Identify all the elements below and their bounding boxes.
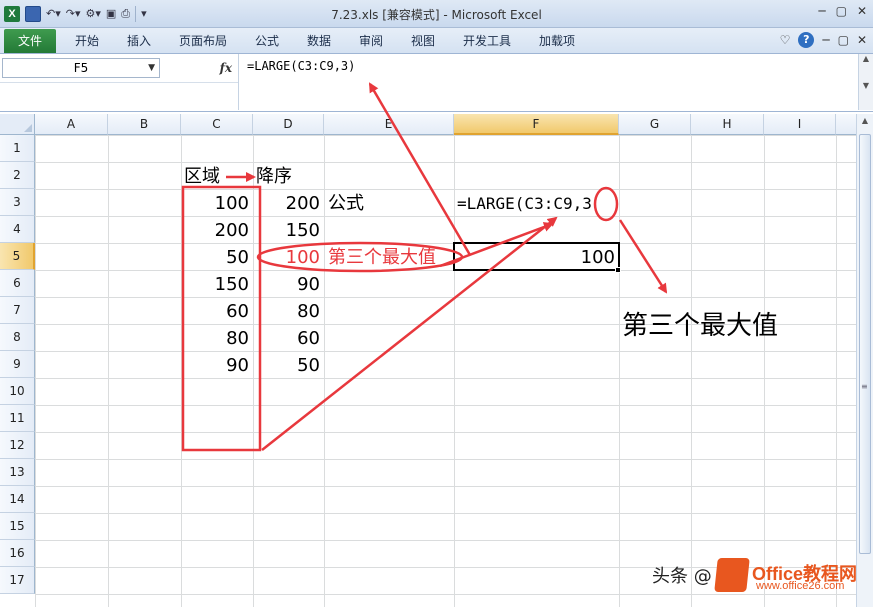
cell-c8[interactable]: 80 <box>181 325 253 352</box>
cell-d4[interactable]: 150 <box>253 217 324 244</box>
cell-d9[interactable]: 50 <box>253 352 324 379</box>
cell-c2[interactable]: 区域 <box>184 163 220 190</box>
tab-developer[interactable]: 开发工具 <box>454 32 520 52</box>
cell-f3[interactable]: =LARGE(C3:C9,3 <box>457 190 592 217</box>
scroll-grip-icon: ≡ <box>861 382 868 391</box>
vertical-scrollbar[interactable]: ▲ ≡ <box>856 114 873 607</box>
column-header-d[interactable]: D <box>253 114 324 135</box>
third-largest-annotation: 第三个最大值 <box>622 311 779 341</box>
column-header-c[interactable]: C <box>181 114 253 135</box>
column-header-f[interactable]: F <box>454 114 619 135</box>
cell-c7[interactable]: 60 <box>181 298 253 325</box>
help-icon[interactable]: ? <box>798 32 815 48</box>
row-header-13[interactable]: 13 <box>0 459 35 486</box>
ribbon-right-controls: ♡ ? ─ ▢ ✕ <box>780 32 867 48</box>
formula-input[interactable]: =LARGE(C3:C9,3) <box>238 54 858 110</box>
row-header-4[interactable]: 4 <box>0 216 35 243</box>
cell-c4[interactable]: 200 <box>181 217 253 244</box>
insert-function-icon[interactable]: fx <box>220 61 232 75</box>
formula-bar-divider <box>0 82 238 83</box>
cell-d7[interactable]: 80 <box>253 298 324 325</box>
chevron-down-icon[interactable]: ▼ <box>148 59 155 77</box>
cell-c6[interactable]: 150 <box>181 271 253 298</box>
watermark-text: 头条 @ <box>652 566 712 587</box>
watermark-url: www.office26.com <box>756 580 845 592</box>
tab-review[interactable]: 审阅 <box>350 32 392 52</box>
cell-d8[interactable]: 60 <box>253 325 324 352</box>
formula-bar-scrollbar[interactable]: ▲ ▼ <box>858 54 873 110</box>
maximize-button[interactable]: ▢ <box>836 4 847 18</box>
tab-formulas[interactable]: 公式 <box>246 32 288 52</box>
column-header-a[interactable]: A <box>35 114 108 135</box>
row-header-9[interactable]: 9 <box>0 351 35 378</box>
formula-bar: F5 ▼ fx =LARGE(C3:C9,3) ▲ ▼ <box>0 54 873 112</box>
row-header-1[interactable]: 1 <box>0 135 35 162</box>
row-header-8[interactable]: 8 <box>0 324 35 351</box>
scroll-up-icon[interactable]: ▲ <box>857 116 873 125</box>
workbook-restore-button[interactable]: ▢ <box>838 33 849 47</box>
fill-handle[interactable] <box>615 267 621 273</box>
tab-addins[interactable]: 加载项 <box>530 32 584 52</box>
tab-file[interactable]: 文件 <box>4 29 56 53</box>
window-title: 7.23.xls [兼容模式] - Microsoft Excel <box>331 8 542 22</box>
tab-page-layout[interactable]: 页面布局 <box>172 32 234 52</box>
tab-home[interactable]: 开始 <box>66 32 108 52</box>
cell-c3[interactable]: 100 <box>181 190 253 217</box>
cell-d5[interactable]: 100 <box>253 244 324 271</box>
cell-d3[interactable]: 200 <box>253 190 324 217</box>
select-all-button[interactable] <box>0 114 35 135</box>
column-header-h[interactable]: H <box>691 114 764 135</box>
ribbon-collapse-icon[interactable]: ♡ <box>780 33 791 47</box>
row-header-7[interactable]: 7 <box>0 297 35 324</box>
worksheet-grid: A B C D E F G H I 1 2 3 4 5 6 7 8 9 10 1… <box>0 114 856 607</box>
cell-c5[interactable]: 50 <box>181 244 253 271</box>
close-button[interactable]: ✕ <box>857 4 867 18</box>
active-cell-border <box>453 242 620 271</box>
name-box[interactable]: F5 ▼ <box>2 58 160 78</box>
minimize-button[interactable]: ─ <box>818 4 825 18</box>
tab-data[interactable]: 数据 <box>298 32 340 52</box>
cell-e3[interactable]: 公式 <box>328 190 364 217</box>
row-header-2[interactable]: 2 <box>0 162 35 189</box>
window-controls: ─ ▢ ✕ <box>818 4 867 18</box>
column-header-b[interactable]: B <box>108 114 181 135</box>
tab-insert[interactable]: 插入 <box>118 32 160 52</box>
row-header-6[interactable]: 6 <box>0 270 35 297</box>
fx-area: fx <box>162 58 236 78</box>
name-box-value: F5 <box>73 61 89 75</box>
scrollbar-thumb[interactable] <box>859 134 871 554</box>
cell-area[interactable] <box>35 135 856 607</box>
cell-d6[interactable]: 90 <box>253 271 324 298</box>
row-header-10[interactable]: 10 <box>0 378 35 405</box>
column-header-j[interactable] <box>836 114 856 135</box>
row-header-16[interactable]: 16 <box>0 540 35 567</box>
column-header-g[interactable]: G <box>619 114 691 135</box>
row-header-5[interactable]: 5 <box>0 243 35 270</box>
column-header-i[interactable]: I <box>764 114 836 135</box>
cell-e5[interactable]: 第三个最大值 <box>328 244 436 271</box>
title-bar: X ↶▾ ↷▾ ⚙▾ ▣ ⎙ ▾ 7.23.xls [兼容模式] - Micro… <box>0 0 873 28</box>
cell-d2[interactable]: 降序 <box>256 163 292 190</box>
row-header-12[interactable]: 12 <box>0 432 35 459</box>
cell-c9[interactable]: 90 <box>181 352 253 379</box>
row-header-17[interactable]: 17 <box>0 567 35 594</box>
row-header-14[interactable]: 14 <box>0 486 35 513</box>
tab-view[interactable]: 视图 <box>402 32 444 52</box>
column-header-e[interactable]: E <box>324 114 454 135</box>
workbook-minimize-button[interactable]: ─ <box>822 33 829 47</box>
ribbon-tabs: 文件 开始 插入 页面布局 公式 数据 审阅 视图 开发工具 加载项 ♡ ? ─… <box>0 28 873 54</box>
row-header-15[interactable]: 15 <box>0 513 35 540</box>
workbook-close-button[interactable]: ✕ <box>857 33 867 47</box>
row-header-11[interactable]: 11 <box>0 405 35 432</box>
office-logo-icon <box>714 558 750 592</box>
row-header-3[interactable]: 3 <box>0 189 35 216</box>
